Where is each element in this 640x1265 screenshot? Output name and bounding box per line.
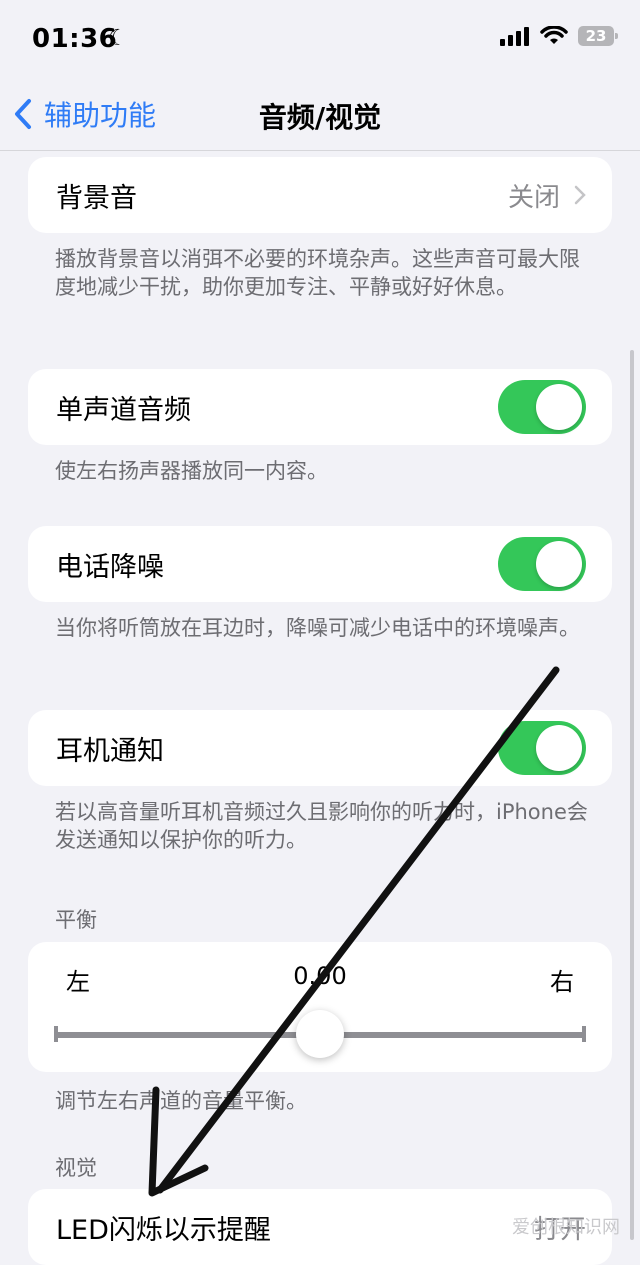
annotation-arrow-icon xyxy=(148,666,560,1197)
watermark: 爱创根知识网 xyxy=(512,1217,620,1238)
